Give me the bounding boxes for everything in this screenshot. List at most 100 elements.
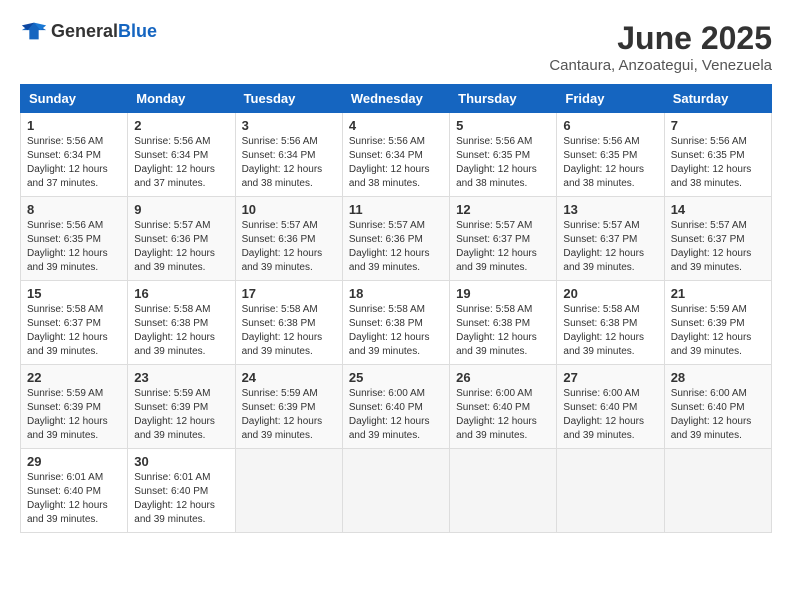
- day-info: Sunrise: 5:56 AM Sunset: 6:34 PM Dayligh…: [27, 135, 121, 191]
- calendar-cell: 4 Sunrise: 5:56 AM Sunset: 6:34 PM Dayli…: [342, 113, 449, 197]
- day-number: 23: [134, 370, 228, 385]
- logo-text-blue: Blue: [118, 21, 157, 42]
- weekday-header-wednesday: Wednesday: [342, 85, 449, 113]
- day-info: Sunrise: 6:01 AM Sunset: 6:40 PM Dayligh…: [134, 471, 228, 527]
- day-number: 8: [27, 202, 121, 217]
- calendar-week-3: 15 Sunrise: 5:58 AM Sunset: 6:37 PM Dayl…: [21, 281, 772, 365]
- calendar-cell: 27 Sunrise: 6:00 AM Sunset: 6:40 PM Dayl…: [557, 365, 664, 449]
- day-info: Sunrise: 5:58 AM Sunset: 6:37 PM Dayligh…: [27, 303, 121, 359]
- calendar-cell: 9 Sunrise: 5:57 AM Sunset: 6:36 PM Dayli…: [128, 197, 235, 281]
- day-info: Sunrise: 5:58 AM Sunset: 6:38 PM Dayligh…: [349, 303, 443, 359]
- day-info: Sunrise: 5:56 AM Sunset: 6:35 PM Dayligh…: [456, 135, 550, 191]
- calendar-week-4: 22 Sunrise: 5:59 AM Sunset: 6:39 PM Dayl…: [21, 365, 772, 449]
- calendar-table: SundayMondayTuesdayWednesdayThursdayFrid…: [20, 84, 772, 533]
- day-number: 6: [563, 118, 657, 133]
- day-number: 25: [349, 370, 443, 385]
- weekday-header-tuesday: Tuesday: [235, 85, 342, 113]
- weekday-header-thursday: Thursday: [450, 85, 557, 113]
- day-info: Sunrise: 5:58 AM Sunset: 6:38 PM Dayligh…: [134, 303, 228, 359]
- day-info: Sunrise: 5:58 AM Sunset: 6:38 PM Dayligh…: [242, 303, 336, 359]
- day-number: 30: [134, 454, 228, 469]
- calendar-cell: 20 Sunrise: 5:58 AM Sunset: 6:38 PM Dayl…: [557, 281, 664, 365]
- calendar-week-5: 29 Sunrise: 6:01 AM Sunset: 6:40 PM Dayl…: [21, 449, 772, 533]
- calendar-cell: 18 Sunrise: 5:58 AM Sunset: 6:38 PM Dayl…: [342, 281, 449, 365]
- logo-icon: [20, 20, 48, 42]
- calendar-cell: 17 Sunrise: 5:58 AM Sunset: 6:38 PM Dayl…: [235, 281, 342, 365]
- day-number: 7: [671, 118, 765, 133]
- calendar-cell: 2 Sunrise: 5:56 AM Sunset: 6:34 PM Dayli…: [128, 113, 235, 197]
- day-info: Sunrise: 5:57 AM Sunset: 6:36 PM Dayligh…: [349, 219, 443, 275]
- calendar-cell: 1 Sunrise: 5:56 AM Sunset: 6:34 PM Dayli…: [21, 113, 128, 197]
- calendar-cell: [342, 449, 449, 533]
- day-info: Sunrise: 6:00 AM Sunset: 6:40 PM Dayligh…: [349, 387, 443, 443]
- weekday-header-monday: Monday: [128, 85, 235, 113]
- calendar-cell: 19 Sunrise: 5:58 AM Sunset: 6:38 PM Dayl…: [450, 281, 557, 365]
- calendar-cell: 14 Sunrise: 5:57 AM Sunset: 6:37 PM Dayl…: [664, 197, 771, 281]
- day-number: 21: [671, 286, 765, 301]
- calendar-cell: 7 Sunrise: 5:56 AM Sunset: 6:35 PM Dayli…: [664, 113, 771, 197]
- day-number: 16: [134, 286, 228, 301]
- calendar-cell: 28 Sunrise: 6:00 AM Sunset: 6:40 PM Dayl…: [664, 365, 771, 449]
- calendar-cell: 29 Sunrise: 6:01 AM Sunset: 6:40 PM Dayl…: [21, 449, 128, 533]
- calendar-cell: [450, 449, 557, 533]
- day-number: 4: [349, 118, 443, 133]
- day-info: Sunrise: 5:56 AM Sunset: 6:35 PM Dayligh…: [671, 135, 765, 191]
- day-number: 24: [242, 370, 336, 385]
- calendar-week-1: 1 Sunrise: 5:56 AM Sunset: 6:34 PM Dayli…: [21, 113, 772, 197]
- calendar-cell: 13 Sunrise: 5:57 AM Sunset: 6:37 PM Dayl…: [557, 197, 664, 281]
- day-number: 26: [456, 370, 550, 385]
- calendar-cell: 8 Sunrise: 5:56 AM Sunset: 6:35 PM Dayli…: [21, 197, 128, 281]
- day-number: 20: [563, 286, 657, 301]
- day-number: 29: [27, 454, 121, 469]
- calendar-cell: [557, 449, 664, 533]
- day-info: Sunrise: 5:56 AM Sunset: 6:35 PM Dayligh…: [563, 135, 657, 191]
- calendar-cell: [235, 449, 342, 533]
- day-info: Sunrise: 5:57 AM Sunset: 6:37 PM Dayligh…: [563, 219, 657, 275]
- calendar-cell: 30 Sunrise: 6:01 AM Sunset: 6:40 PM Dayl…: [128, 449, 235, 533]
- day-number: 13: [563, 202, 657, 217]
- day-number: 12: [456, 202, 550, 217]
- calendar-cell: 3 Sunrise: 5:56 AM Sunset: 6:34 PM Dayli…: [235, 113, 342, 197]
- day-info: Sunrise: 5:58 AM Sunset: 6:38 PM Dayligh…: [456, 303, 550, 359]
- calendar-cell: 10 Sunrise: 5:57 AM Sunset: 6:36 PM Dayl…: [235, 197, 342, 281]
- day-info: Sunrise: 5:56 AM Sunset: 6:35 PM Dayligh…: [27, 219, 121, 275]
- day-info: Sunrise: 5:57 AM Sunset: 6:37 PM Dayligh…: [671, 219, 765, 275]
- day-info: Sunrise: 6:00 AM Sunset: 6:40 PM Dayligh…: [456, 387, 550, 443]
- day-info: Sunrise: 5:56 AM Sunset: 6:34 PM Dayligh…: [134, 135, 228, 191]
- calendar-cell: 26 Sunrise: 6:00 AM Sunset: 6:40 PM Dayl…: [450, 365, 557, 449]
- day-number: 18: [349, 286, 443, 301]
- page-header: General Blue June 2025 Cantaura, Anzoate…: [20, 20, 772, 74]
- day-info: Sunrise: 5:57 AM Sunset: 6:36 PM Dayligh…: [242, 219, 336, 275]
- calendar-cell: 5 Sunrise: 5:56 AM Sunset: 6:35 PM Dayli…: [450, 113, 557, 197]
- calendar-cell: [664, 449, 771, 533]
- day-info: Sunrise: 6:01 AM Sunset: 6:40 PM Dayligh…: [27, 471, 121, 527]
- title-section: June 2025 Cantaura, Anzoategui, Venezuel…: [549, 20, 772, 74]
- calendar-header-row: SundayMondayTuesdayWednesdayThursdayFrid…: [21, 85, 772, 113]
- day-info: Sunrise: 5:57 AM Sunset: 6:36 PM Dayligh…: [134, 219, 228, 275]
- day-number: 17: [242, 286, 336, 301]
- day-number: 15: [27, 286, 121, 301]
- day-number: 28: [671, 370, 765, 385]
- day-number: 1: [27, 118, 121, 133]
- calendar-cell: 16 Sunrise: 5:58 AM Sunset: 6:38 PM Dayl…: [128, 281, 235, 365]
- day-number: 19: [456, 286, 550, 301]
- calendar-cell: 22 Sunrise: 5:59 AM Sunset: 6:39 PM Dayl…: [21, 365, 128, 449]
- location-title: Cantaura, Anzoategui, Venezuela: [549, 57, 772, 74]
- day-number: 3: [242, 118, 336, 133]
- day-number: 10: [242, 202, 336, 217]
- day-number: 9: [134, 202, 228, 217]
- weekday-header-sunday: Sunday: [21, 85, 128, 113]
- day-info: Sunrise: 5:59 AM Sunset: 6:39 PM Dayligh…: [242, 387, 336, 443]
- day-number: 27: [563, 370, 657, 385]
- day-info: Sunrise: 5:59 AM Sunset: 6:39 PM Dayligh…: [134, 387, 228, 443]
- calendar-cell: 21 Sunrise: 5:59 AM Sunset: 6:39 PM Dayl…: [664, 281, 771, 365]
- day-info: Sunrise: 5:56 AM Sunset: 6:34 PM Dayligh…: [349, 135, 443, 191]
- calendar-cell: 23 Sunrise: 5:59 AM Sunset: 6:39 PM Dayl…: [128, 365, 235, 449]
- day-info: Sunrise: 5:59 AM Sunset: 6:39 PM Dayligh…: [671, 303, 765, 359]
- calendar-cell: 15 Sunrise: 5:58 AM Sunset: 6:37 PM Dayl…: [21, 281, 128, 365]
- calendar-cell: 11 Sunrise: 5:57 AM Sunset: 6:36 PM Dayl…: [342, 197, 449, 281]
- logo-text-general: General: [51, 21, 118, 42]
- calendar-cell: 24 Sunrise: 5:59 AM Sunset: 6:39 PM Dayl…: [235, 365, 342, 449]
- day-info: Sunrise: 6:00 AM Sunset: 6:40 PM Dayligh…: [671, 387, 765, 443]
- calendar-cell: 6 Sunrise: 5:56 AM Sunset: 6:35 PM Dayli…: [557, 113, 664, 197]
